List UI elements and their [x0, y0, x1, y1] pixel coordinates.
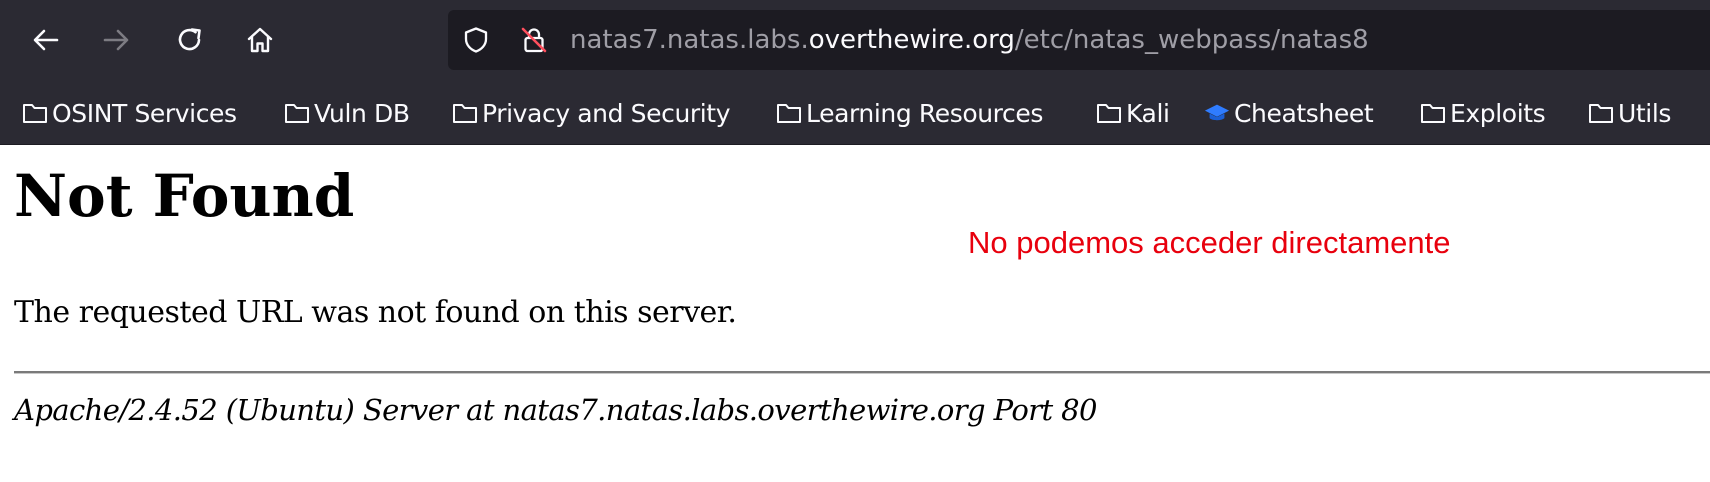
- bookmark-kali[interactable]: Kali: [1096, 82, 1170, 144]
- shield-icon[interactable]: [462, 26, 490, 54]
- folder-icon: [1588, 100, 1614, 126]
- bookmark-learning-resources[interactable]: Learning Resources: [776, 82, 1043, 144]
- url-text[interactable]: natas7.natas.labs.overthewire.org/etc/na…: [570, 10, 1369, 70]
- bookmark-cheatsheet[interactable]: Cheatsheet: [1204, 82, 1374, 144]
- insecure-lock-icon[interactable]: [520, 26, 548, 54]
- navigation-toolbar: natas7.natas.labs.overthewire.org/etc/na…: [0, 0, 1710, 82]
- folder-icon: [284, 100, 310, 126]
- url-prefix: natas7.natas.labs.: [570, 25, 809, 55]
- url-path: /etc/natas_webpass/natas8: [1014, 25, 1369, 55]
- bookmark-label: OSINT Services: [52, 98, 237, 128]
- bookmark-utils[interactable]: Utils: [1588, 82, 1671, 144]
- error-message: The requested URL was not found on this …: [14, 295, 737, 330]
- bookmark-label: Vuln DB: [314, 98, 410, 128]
- bookmarks-toolbar: OSINT Services Vuln DB Privacy and Secur…: [0, 82, 1710, 145]
- server-signature: Apache/2.4.52 (Ubuntu) Server at natas7.…: [14, 393, 1097, 427]
- bookmark-label: Utils: [1618, 98, 1672, 128]
- home-button[interactable]: [240, 20, 280, 60]
- browser-window: natas7.natas.labs.overthewire.org/etc/na…: [0, 0, 1710, 482]
- bookmark-privacy-and-security[interactable]: Privacy and Security: [452, 82, 731, 144]
- folder-icon: [452, 100, 478, 126]
- arrow-right-icon: [103, 29, 129, 51]
- reload-icon: [178, 28, 201, 51]
- reload-button[interactable]: [170, 20, 210, 60]
- graduation-cap-icon: [1204, 100, 1230, 126]
- bookmark-label: Privacy and Security: [482, 98, 731, 128]
- page-content: Not Found No podemos acceder directament…: [0, 145, 1710, 482]
- url-bar[interactable]: natas7.natas.labs.overthewire.org/etc/na…: [448, 10, 1710, 70]
- bookmark-label: Kali: [1126, 98, 1170, 128]
- annotation-note: No podemos acceder directamente: [968, 225, 1451, 260]
- bookmark-label: Learning Resources: [806, 98, 1043, 128]
- bookmark-label: Cheatsheet: [1234, 98, 1374, 128]
- bookmark-exploits[interactable]: Exploits: [1420, 82, 1546, 144]
- bookmark-label: Exploits: [1450, 98, 1546, 128]
- divider: [14, 371, 1710, 374]
- bookmark-osint-services[interactable]: OSINT Services: [22, 82, 237, 144]
- folder-icon: [776, 100, 802, 126]
- bookmark-vuln-db[interactable]: Vuln DB: [284, 82, 410, 144]
- folder-icon: [1420, 100, 1446, 126]
- folder-icon: [22, 100, 48, 126]
- page-title: Not Found: [14, 162, 355, 230]
- arrow-left-icon: [33, 29, 59, 51]
- url-domain: overthewire.org: [808, 25, 1015, 55]
- home-icon: [247, 27, 273, 53]
- forward-button[interactable]: [96, 20, 136, 60]
- back-button[interactable]: [26, 20, 66, 60]
- folder-icon: [1096, 100, 1122, 126]
